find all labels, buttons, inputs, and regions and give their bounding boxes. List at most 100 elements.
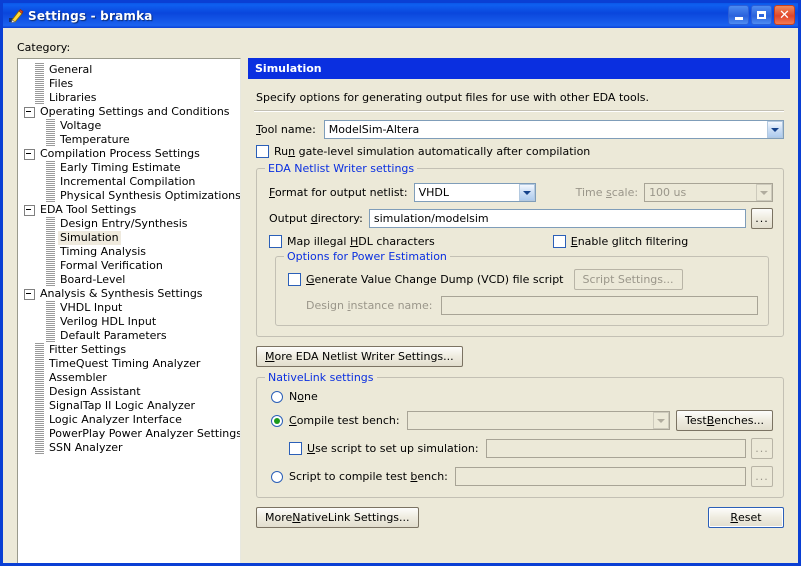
tree-item-label: Fitter Settings <box>49 343 127 356</box>
format-value: VHDL <box>418 186 449 199</box>
compile-testbench-combo <box>406 411 671 430</box>
tree-item[interactable]: Logic Analyzer Interface <box>18 413 240 427</box>
tree-item[interactable]: Formal Verification <box>18 259 240 273</box>
panel-description: Specify options for generating output fi… <box>256 91 650 104</box>
tree-collapse-icon[interactable] <box>24 204 35 216</box>
tree-line-icon <box>35 77 44 91</box>
tree-item[interactable]: Voltage <box>18 119 240 133</box>
tree-item[interactable]: Board-Level <box>18 273 240 287</box>
divider <box>254 110 784 112</box>
tree-item-label: Board-Level <box>60 273 126 286</box>
generate-vcd-checkbox[interactable] <box>288 273 301 286</box>
tree-item-label: TimeQuest Timing Analyzer <box>49 357 201 370</box>
nativelink-group: NativeLink settings None Compile test be… <box>256 371 784 498</box>
tree-item[interactable]: Physical Synthesis Optimizations <box>18 189 240 203</box>
panel-title: Simulation <box>248 58 790 79</box>
reset-button[interactable]: Reset <box>708 507 784 528</box>
run-gate-level-label: Run gate-level simulation automatically … <box>274 145 591 158</box>
enable-glitch-filtering-checkbox[interactable] <box>552 235 566 248</box>
more-nativelink-settings-button[interactable]: More NativeLink Settings... <box>256 507 419 528</box>
tree-item[interactable]: Verilog HDL Input <box>18 315 240 329</box>
close-button[interactable]: ✕ <box>774 5 795 25</box>
tree-item[interactable]: EDA Tool Settings <box>18 203 240 217</box>
tree-item-label: Logic Analyzer Interface <box>49 413 182 426</box>
design-instance-row: Design instance name: <box>288 296 758 315</box>
time-scale-value: 100 us <box>649 186 687 199</box>
tree-line-icon <box>46 175 55 189</box>
tree-line-icon <box>35 343 44 357</box>
tree-item[interactable]: Analysis & Synthesis Settings <box>18 287 240 301</box>
tree-item-label: SSN Analyzer <box>49 441 123 454</box>
tree-item[interactable]: Operating Settings and Conditions <box>18 105 240 119</box>
tree-item[interactable]: Early Timing Estimate <box>18 161 240 175</box>
time-scale-combo: 100 us <box>644 183 773 202</box>
chevron-down-icon <box>653 412 670 429</box>
more-eda-netlist-settings-button[interactable]: More EDA Netlist Writer Settings... <box>256 346 463 367</box>
tree-line-icon <box>46 329 55 343</box>
tree-item[interactable]: Temperature <box>18 133 240 147</box>
tree-item[interactable]: SignalTap II Logic Analyzer <box>18 399 240 413</box>
none-row[interactable]: None <box>271 390 773 403</box>
tree-item-label: Timing Analysis <box>60 245 146 258</box>
power-estimation-group-title: Options for Power Estimation <box>284 250 450 263</box>
window-controls: ✕ <box>728 5 795 25</box>
design-instance-input <box>440 296 758 315</box>
format-combo[interactable]: VHDL <box>413 183 536 202</box>
tree-item-label: Compilation Process Settings <box>40 147 200 160</box>
script-compile-testbench-browse-button: ... <box>751 466 773 487</box>
pencil-icon <box>8 8 24 24</box>
tree-item[interactable]: PowerPlay Power Analyzer Settings <box>18 427 240 441</box>
tree-item[interactable]: Assembler <box>18 371 240 385</box>
tree-item[interactable]: Default Parameters <box>18 329 240 343</box>
tree-item-label: Early Timing Estimate <box>60 161 181 174</box>
tree-item[interactable]: Design Assistant <box>18 385 240 399</box>
tree-item[interactable]: General <box>18 63 240 77</box>
compile-testbench-radio[interactable] <box>271 414 283 427</box>
tree-item[interactable]: Files <box>18 77 240 91</box>
tree-item-label: Incremental Compilation <box>60 175 196 188</box>
maximize-button[interactable] <box>751 5 772 25</box>
category-tree[interactable]: General Files Libraries Operating Settings … <box>17 58 241 563</box>
tree-item[interactable]: VHDL Input <box>18 301 240 315</box>
tree-item[interactable]: SSN Analyzer <box>18 441 240 455</box>
use-script-checkbox[interactable] <box>289 442 302 455</box>
tree-collapse-icon[interactable] <box>24 148 35 160</box>
run-gate-level-row[interactable]: Run gate-level simulation automatically … <box>256 145 784 158</box>
tree-item[interactable]: Incremental Compilation <box>18 175 240 189</box>
tree-item-label: General <box>49 63 93 76</box>
chevron-down-icon[interactable] <box>767 121 783 138</box>
tree-item[interactable]: TimeQuest Timing Analyzer <box>18 357 240 371</box>
tree-line-icon <box>35 441 44 455</box>
tree-item[interactable]: Timing Analysis <box>18 245 240 259</box>
eda-netlist-group: EDA Netlist Writer settings Format for o… <box>256 162 784 337</box>
minimize-icon <box>734 16 743 20</box>
tree-item[interactable]: Fitter Settings <box>18 343 240 357</box>
vcd-row: Generate Value Change Dump (VCD) file sc… <box>288 269 758 290</box>
tree-item-label: Simulation <box>58 231 121 245</box>
tool-name-combo[interactable]: ModelSim-Altera <box>323 120 784 139</box>
script-compile-testbench-radio[interactable] <box>271 470 283 483</box>
output-directory-input[interactable]: simulation/modelsim <box>368 209 746 228</box>
tree-item[interactable]: Compilation Process Settings <box>18 147 240 161</box>
tree-item-label: VHDL Input <box>60 301 123 314</box>
script-compile-testbench-label: Script to compile test bench: <box>289 470 448 483</box>
tree-item[interactable]: Libraries <box>18 91 240 105</box>
format-row: Format for output netlist: VHDL Time sca… <box>269 183 773 202</box>
nativelink-none-radio[interactable] <box>271 390 283 403</box>
tree-item-label: Default Parameters <box>60 329 167 342</box>
tree-collapse-icon[interactable] <box>24 106 35 118</box>
minimize-button[interactable] <box>728 5 749 25</box>
test-benches-button[interactable]: Test Benches... <box>676 410 773 431</box>
map-illegal-hdl-checkbox[interactable] <box>269 235 282 248</box>
tree-item[interactable]: Simulation <box>18 231 240 245</box>
output-directory-browse-button[interactable]: ... <box>751 208 773 229</box>
close-icon: ✕ <box>779 7 790 23</box>
tree-item-label: EDA Tool Settings <box>40 203 137 216</box>
tree-line-icon <box>46 133 55 147</box>
tree-line-icon <box>35 371 44 385</box>
chevron-down-icon[interactable] <box>518 184 535 201</box>
script-compile-testbench-row: Script to compile test bench: ... <box>271 466 773 487</box>
tree-item[interactable]: Design Entry/Synthesis <box>18 217 240 231</box>
run-gate-level-checkbox[interactable] <box>256 145 269 158</box>
tree-collapse-icon[interactable] <box>24 288 35 300</box>
